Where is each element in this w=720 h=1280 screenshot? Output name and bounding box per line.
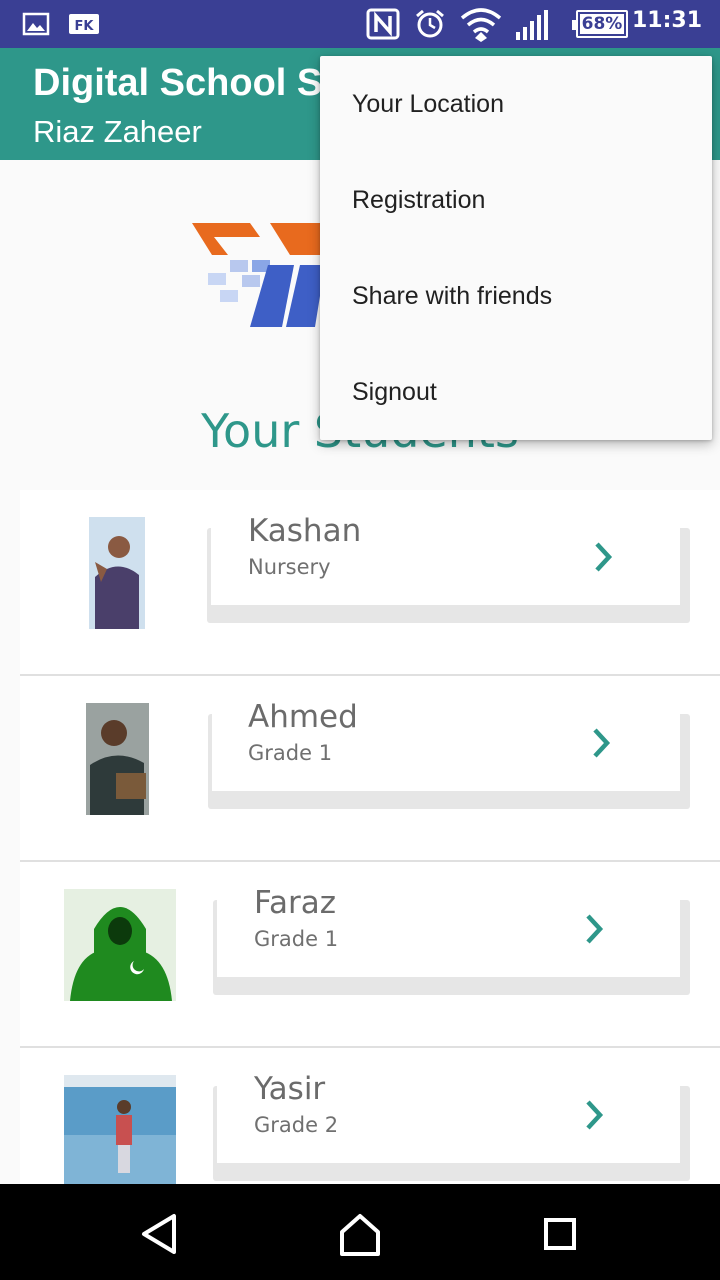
image-icon: [22, 12, 50, 36]
chevron-right-icon[interactable]: [583, 912, 607, 946]
student-card[interactable]: Kashan Nursery: [211, 513, 680, 605]
clock: 11:31: [631, 8, 702, 33]
student-photo: [89, 517, 145, 629]
student-photo: [64, 889, 176, 1001]
student-name: Faraz: [254, 885, 336, 921]
student-grade: Grade 1: [254, 927, 339, 951]
app-subtitle: Riaz Zaheer: [33, 114, 202, 149]
status-bar: FK 68% 11:31: [0, 0, 720, 48]
menu-item-your-location[interactable]: Your Location: [320, 56, 712, 152]
student-card[interactable]: Ahmed Grade 1: [212, 699, 680, 791]
app-title: Digital School Su: [33, 62, 346, 104]
alarm-icon: [416, 9, 444, 38]
overflow-menu: Your Location Registration Share with fr…: [320, 56, 712, 440]
student-name: Yasir: [254, 1071, 326, 1107]
svg-text:FK: FK: [75, 19, 95, 34]
student-grade: Grade 1: [248, 741, 333, 765]
chevron-right-icon[interactable]: [583, 1098, 607, 1132]
student-name: Ahmed: [248, 699, 358, 735]
navigation-bar: [0, 1184, 720, 1280]
student-row-ahmed[interactable]: Ahmed Grade 1: [20, 676, 720, 862]
chevron-right-icon[interactable]: [592, 540, 616, 574]
signal-icon: [516, 10, 548, 40]
nfc-icon: [366, 8, 400, 40]
back-icon[interactable]: [136, 1210, 184, 1258]
student-photo: [86, 703, 149, 815]
menu-item-signout[interactable]: Signout: [320, 344, 712, 440]
student-photo: [64, 1075, 176, 1185]
recents-icon[interactable]: [536, 1210, 584, 1258]
chevron-right-icon[interactable]: [590, 726, 614, 760]
home-icon[interactable]: [336, 1210, 384, 1258]
student-row-kashan[interactable]: Kashan Nursery: [20, 490, 720, 676]
menu-item-registration[interactable]: Registration: [320, 152, 712, 248]
menu-item-share-with-friends[interactable]: Share with friends: [320, 248, 712, 344]
student-row-faraz[interactable]: Faraz Grade 1: [20, 862, 720, 1048]
student-card[interactable]: Yasir Grade 2: [217, 1071, 680, 1163]
student-name: Kashan: [248, 513, 362, 549]
battery-icon: 68%: [572, 10, 628, 38]
student-card[interactable]: Faraz Grade 1: [217, 885, 680, 977]
wifi-icon: [460, 8, 502, 42]
student-grade: Nursery: [248, 555, 331, 579]
student-grade: Grade 2: [254, 1113, 339, 1137]
fk-app-icon: FK: [69, 14, 99, 34]
school-logo: [192, 223, 340, 327]
battery-percent: 68%: [581, 14, 623, 34]
